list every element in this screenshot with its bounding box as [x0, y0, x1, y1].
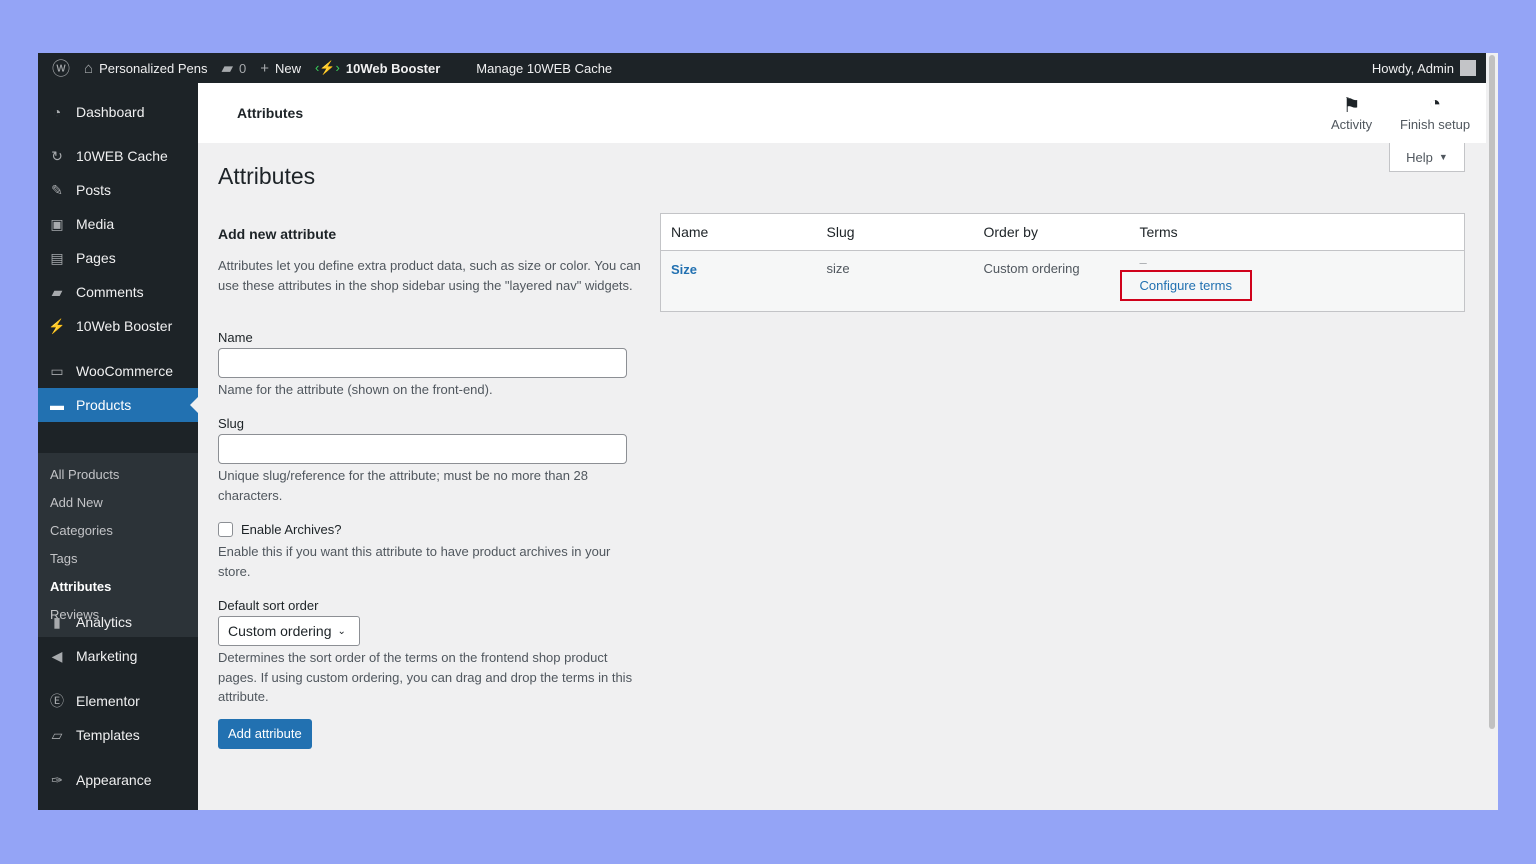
- attributes-table: Name Slug Order by Terms Size size Custo…: [660, 213, 1465, 312]
- menu-media[interactable]: ▣ Media: [38, 207, 198, 241]
- menu-10web-cache[interactable]: ↻ 10WEB Cache: [38, 139, 198, 173]
- wordpress-logo-icon[interactable]: ⓦ: [52, 55, 70, 81]
- name-help: Name for the attribute (shown on the fro…: [218, 382, 493, 397]
- attribute-name-link[interactable]: Size: [671, 262, 697, 277]
- comment-icon: ▰: [51, 283, 63, 300]
- submenu-all-products[interactable]: All Products: [50, 467, 119, 482]
- progress-circle-icon: ◔: [1429, 93, 1442, 115]
- plus-icon: +: [260, 59, 270, 77]
- submenu-categories[interactable]: Categories: [50, 523, 113, 538]
- manage-cache-link[interactable]: Manage 10WEB Cache: [476, 61, 612, 76]
- menu-woocommerce[interactable]: ▭ WooCommerce: [38, 354, 198, 388]
- media-icon: ▣: [50, 215, 64, 232]
- name-input[interactable]: [218, 348, 627, 378]
- cache-icon: ↻: [51, 147, 63, 164]
- sort-order-label: Default sort order: [218, 598, 319, 613]
- sort-order-select[interactable]: Custom ordering ⌄: [218, 616, 360, 646]
- flag-icon: ⚑: [1342, 95, 1361, 117]
- attribute-terms: –: [1139, 255, 1147, 270]
- booster-link[interactable]: ‹⚡› 10Web Booster: [315, 60, 440, 76]
- chart-icon: ▮: [53, 613, 61, 630]
- slug-label: Slug: [218, 416, 245, 431]
- scrollbar[interactable]: [1486, 53, 1498, 810]
- menu-pages[interactable]: ▤ Pages: [38, 241, 198, 275]
- avatar: [1460, 60, 1476, 76]
- products-icon: ▬: [50, 397, 64, 413]
- folder-icon: ▱: [51, 726, 63, 743]
- admin-bar: ⓦ ⌂ Personalized Pens ▰ 0 + New ‹⚡› 10Web Bo…: [38, 53, 1498, 83]
- finish-setup-button[interactable]: ◔ Finish setup: [1400, 93, 1470, 132]
- menu-10web-booster[interactable]: ⚡ 10Web Booster: [38, 309, 198, 343]
- name-label: Name: [218, 330, 253, 345]
- pin-icon: ✎: [51, 181, 63, 198]
- bolt-icon: ⚡: [48, 317, 66, 334]
- table-row: Size size Custom ordering – Configure ter…: [660, 250, 1465, 312]
- menu-analytics[interactable]: ▮ Analytics: [38, 605, 198, 639]
- brush-icon: ✑: [51, 771, 63, 788]
- submenu-attributes[interactable]: Attributes: [50, 579, 111, 594]
- menu-appearance[interactable]: ✑ Appearance: [38, 763, 198, 797]
- intro-text: Attributes let you define extra product …: [218, 258, 641, 293]
- woo-icon: ▭: [50, 362, 64, 379]
- help-tab-button[interactable]: Help ▼: [1389, 143, 1465, 172]
- column-header-slug: Slug: [816, 213, 974, 251]
- form-title: Add new attribute: [218, 226, 337, 242]
- submenu-tags[interactable]: Tags: [50, 551, 77, 566]
- megaphone-icon: ◀: [51, 647, 63, 664]
- admin-sidebar: ◔ Dashboard ↻ 10WEB Cache ✎ Posts ▣ Media ▤ P…: [38, 83, 198, 810]
- menu-comments[interactable]: ▰ Comments: [38, 275, 198, 309]
- column-header-order-by: Order by: [973, 213, 1130, 251]
- enable-archives-checkbox[interactable]: [218, 522, 233, 537]
- attribute-order: Custom ordering: [973, 250, 1130, 312]
- menu-posts[interactable]: ✎ Posts: [38, 173, 198, 207]
- site-name-link[interactable]: ⌂ Personalized Pens: [84, 60, 207, 77]
- comments-link[interactable]: ▰ 0: [221, 59, 246, 77]
- menu-products[interactable]: ▬ Products: [38, 388, 198, 422]
- sort-order-help: Determines the sort order of the terms o…: [218, 650, 633, 704]
- home-icon: ⌂: [84, 59, 94, 77]
- caret-down-icon: ▼: [1438, 152, 1448, 162]
- pages-icon: ▤: [50, 249, 64, 266]
- column-header-terms: Terms: [1129, 213, 1465, 251]
- configure-terms-link[interactable]: Configure terms: [1119, 270, 1252, 301]
- page-title: Attributes: [218, 163, 316, 189]
- menu-templates[interactable]: ▱ Templates: [38, 718, 198, 752]
- account-menu[interactable]: Howdy, Admin: [1372, 53, 1476, 83]
- menu-elementor[interactable]: Ⓔ Elementor: [38, 684, 198, 718]
- activity-button[interactable]: ⚑ Activity: [1331, 93, 1372, 132]
- table-header-row: Name Slug Order by Terms: [660, 213, 1465, 251]
- comment-icon: ▰: [221, 60, 234, 77]
- archives-help: Enable this if you want this attribute t…: [218, 544, 611, 579]
- submenu-add-new[interactable]: Add New: [50, 495, 103, 510]
- scrollbar-thumb[interactable]: [1489, 55, 1495, 729]
- browser-frame: ⓦ ⌂ Personalized Pens ▰ 0 + New ‹⚡› 10Web Bo…: [38, 53, 1498, 810]
- add-attribute-button[interactable]: Add attribute: [218, 719, 312, 749]
- elementor-icon: Ⓔ: [50, 693, 64, 709]
- header-title: Attributes: [237, 105, 304, 121]
- slug-input[interactable]: [218, 434, 627, 464]
- bolt-icon: ‹⚡›: [315, 60, 340, 75]
- menu-marketing[interactable]: ◀ Marketing: [38, 639, 198, 673]
- slug-help: Unique slug/reference for the attribute;…: [218, 468, 588, 503]
- column-header-name: Name: [660, 213, 817, 251]
- dashboard-icon: ◔: [52, 104, 62, 120]
- new-content-link[interactable]: + New: [260, 60, 301, 77]
- menu-dashboard[interactable]: ◔ Dashboard: [38, 95, 198, 129]
- chevron-down-icon: ⌄: [337, 625, 346, 637]
- attribute-slug: size: [816, 250, 974, 312]
- page-header: Attributes ⚑ Activity ◔ Finish setup: [198, 83, 1486, 143]
- enable-archives-label[interactable]: Enable Archives?: [241, 522, 341, 537]
